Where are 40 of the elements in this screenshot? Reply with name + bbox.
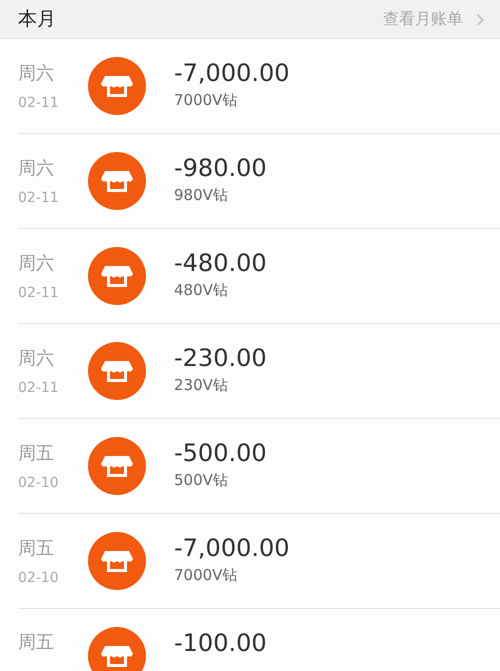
description-text: 230V钻 bbox=[174, 376, 229, 394]
shop-icon bbox=[88, 152, 146, 210]
amount-text: -7,000.00 bbox=[174, 58, 290, 86]
record-row[interactable]: 周六 02-11 -480.00 480V钻 bbox=[18, 229, 500, 324]
weekday-label: 周六 bbox=[18, 157, 55, 180]
amount-text: -980.00 bbox=[174, 154, 267, 182]
weekday-label: 周五 bbox=[18, 631, 55, 654]
date-label: 02-11 bbox=[18, 380, 60, 396]
description-text: 480V钻 bbox=[174, 280, 229, 300]
date-label: 02-11 bbox=[18, 190, 60, 206]
amount-text: -480.00 bbox=[174, 248, 267, 276]
weekday-label: 周六 bbox=[18, 347, 55, 370]
record-row[interactable]: 周六 02-11 -980.00 980V钻 bbox=[18, 134, 500, 229]
date-label: 02-11 bbox=[18, 285, 60, 301]
record-row[interactable]: 周六 02-11 -230.00 230V钻 bbox=[18, 324, 500, 419]
weekday-label: 周五 bbox=[18, 537, 55, 560]
shop-icon bbox=[88, 437, 146, 495]
shop-icon bbox=[88, 532, 146, 590]
amount-text: -7,000.00 bbox=[174, 534, 290, 562]
record-row[interactable]: 周五 02-10 -7,000.00 7000V钻 bbox=[18, 514, 500, 609]
amount-text: -500.00 bbox=[174, 438, 267, 466]
record-row[interactable]: 周六 02-11 -7,000.00 7000V钻 bbox=[18, 39, 500, 134]
shop-icon bbox=[88, 57, 146, 115]
weekday-label: 周五 bbox=[18, 442, 55, 465]
amount-text: -100.00 bbox=[174, 629, 267, 657]
description-text: 500V钻 bbox=[174, 470, 229, 490]
record-row[interactable]: 周五 -100.00 bbox=[18, 609, 500, 671]
description-text: 980V钻 bbox=[174, 186, 229, 204]
date-label: 02-10 bbox=[18, 475, 60, 491]
weekday-label: 周六 bbox=[18, 252, 55, 275]
shop-icon bbox=[88, 342, 146, 400]
record-row[interactable]: 周五 02-10 -500.00 500V钻 bbox=[18, 419, 500, 514]
weekday-label: 周六 bbox=[18, 62, 55, 85]
description-text: 7000V钻 bbox=[174, 566, 238, 584]
description-text: 7000V钻 bbox=[174, 90, 238, 110]
amount-text: -230.00 bbox=[174, 344, 267, 372]
date-label: 02-11 bbox=[18, 95, 60, 111]
month-title: 本月 bbox=[18, 7, 56, 32]
shop-icon bbox=[88, 247, 146, 305]
date-label: 02-10 bbox=[18, 570, 60, 586]
